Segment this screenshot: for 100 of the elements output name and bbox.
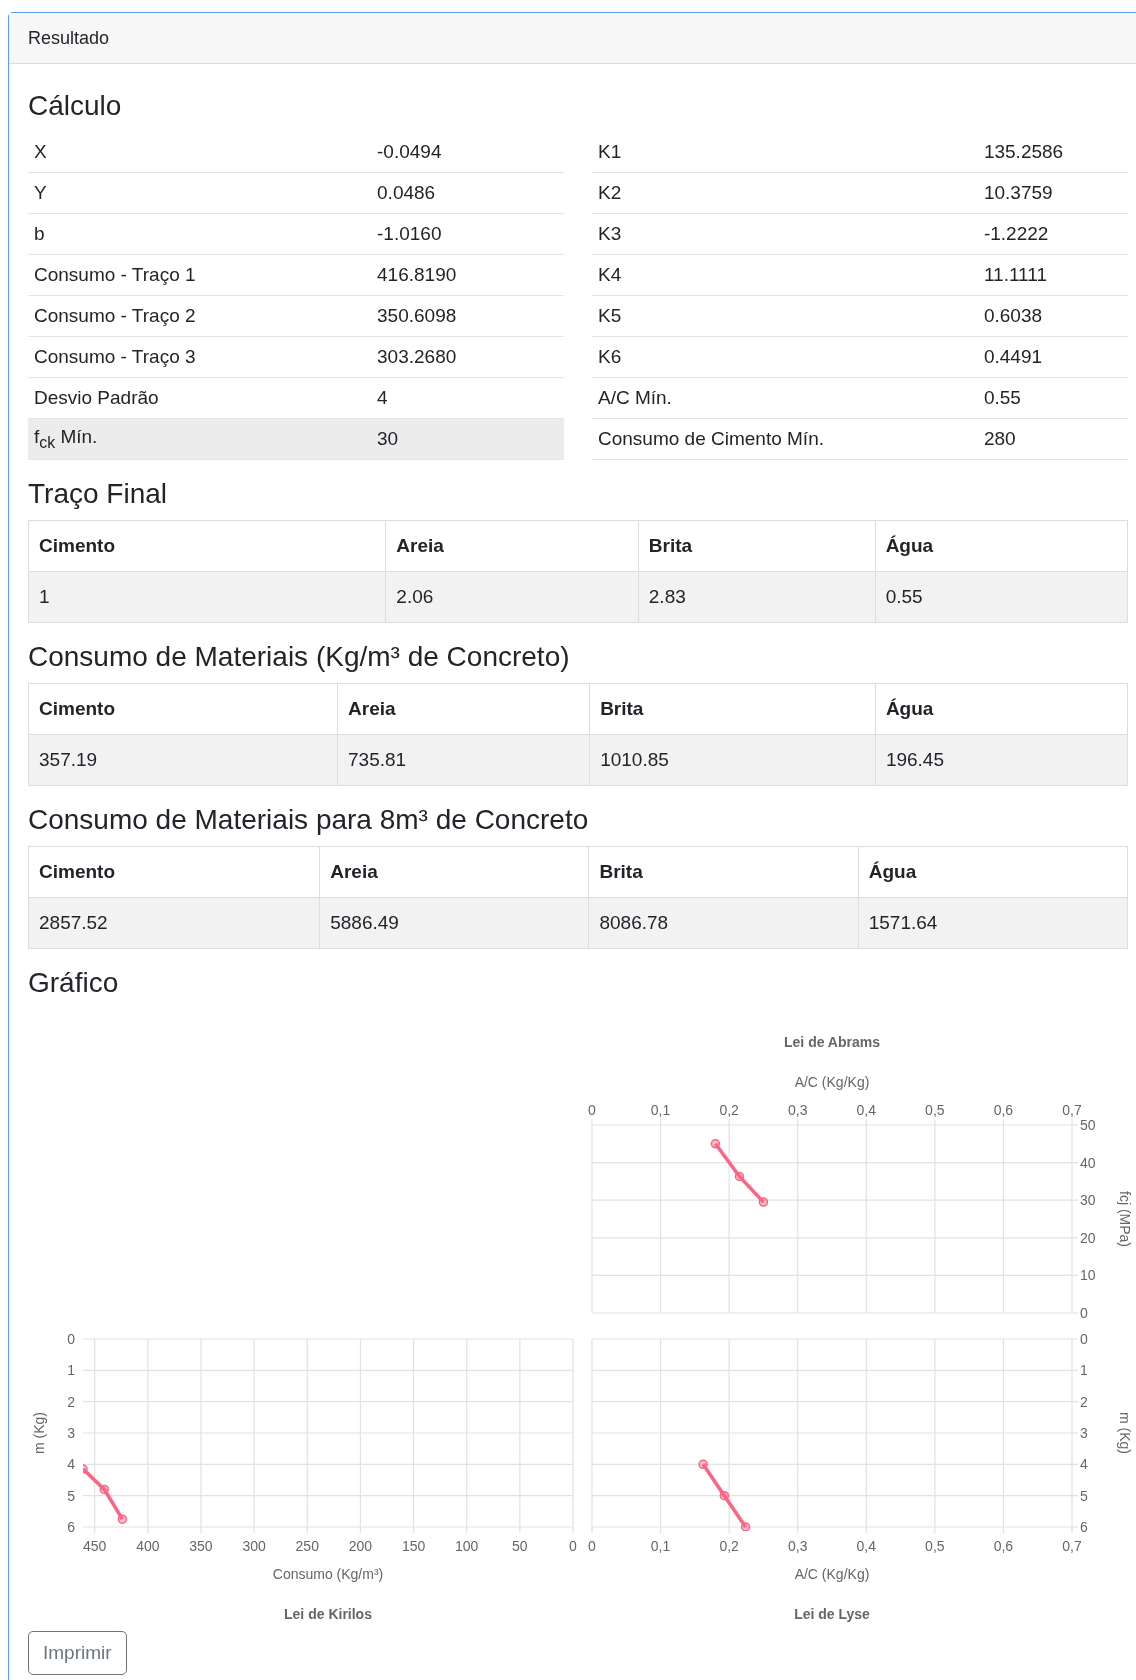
data-point (719, 1490, 730, 1501)
tick-label: 300 (242, 1538, 266, 1554)
axis-title: A/C (Kg/Kg) (794, 1074, 870, 1090)
table-cell: 5886.49 (319, 897, 589, 949)
axis-title: m (Kg) (1117, 1412, 1132, 1454)
table-header-cell: Água (875, 520, 1128, 572)
table-cell: A/C Mín. (598, 387, 672, 408)
table-cell: K5 (598, 305, 622, 326)
axis-title: Consumo (Kg/m³) (272, 1566, 384, 1582)
table-cell: 30 (377, 428, 399, 449)
table-cell: 0.0486 (377, 182, 436, 203)
tick-label: 0,7 (1062, 1538, 1082, 1554)
tick-label: 0,2 (719, 1538, 739, 1554)
table-cell: f$_{ck}$ Mín. (34, 426, 98, 448)
tick-label: 0,4 (856, 1538, 876, 1554)
table-cell: 280 (983, 428, 1016, 449)
tick-label: 2 (1080, 1393, 1088, 1410)
table-cell: 135.2586 (983, 141, 1064, 162)
tick-label: 0,3 (788, 1538, 808, 1554)
table-header-cell: Areia (337, 683, 590, 735)
table-cell: 10.3759 (983, 182, 1053, 203)
tick-label: 4 (67, 1456, 75, 1473)
section-heading: Consumo de Materiais para 8m³ de Concreto (28, 804, 590, 836)
table-header-cell: Água (858, 846, 1128, 898)
table-cell: 2.06 (385, 571, 639, 623)
table-cell: 1010.85 (589, 734, 876, 786)
tick-label: 10 (1080, 1267, 1096, 1284)
table-header-cell: Brita (638, 520, 876, 572)
tick-label: 0,6 (993, 1538, 1014, 1554)
tick-label: 50 (1080, 1117, 1096, 1133)
tick-label: 2 (67, 1393, 75, 1410)
table-cell: Consumo - Traço 2 (34, 305, 196, 326)
table-cell: Desvio Padrão (34, 387, 159, 408)
table-cell: Consumo - Traço 1 (34, 264, 196, 285)
table-cell: 4 (377, 387, 388, 408)
tick-label: 450 (83, 1538, 107, 1554)
table-cell: 11.1111 (983, 264, 1047, 285)
data-point (740, 1522, 751, 1531)
table-cell: 357.19 (28, 734, 338, 786)
tick-label: 3 (67, 1425, 75, 1441)
table-cell: 8086.78 (588, 897, 859, 949)
tick-label: 0,7 (1062, 1102, 1082, 1118)
tick-label: 400 (136, 1538, 160, 1554)
tick-label: 30 (1080, 1192, 1096, 1209)
table-cell: K2 (598, 182, 622, 203)
table-cell: 2.83 (638, 571, 876, 623)
tick-label: 0,3 (788, 1102, 808, 1118)
data-point (758, 1197, 769, 1207)
table-cell: 0.55 (875, 571, 1128, 623)
table-cell: Consumo de Cimento Mín. (598, 428, 824, 449)
table-header-cell: Brita (589, 683, 876, 735)
axis-title: m (Kg) (31, 1412, 47, 1454)
tick-label: 0,1 (650, 1538, 671, 1554)
data-point (99, 1484, 109, 1495)
section-heading: Traço Final (28, 478, 168, 510)
table-cell: K1 (598, 141, 622, 162)
tick-label: 0 (1080, 1305, 1088, 1321)
table-cell: 1 (28, 571, 386, 623)
section-heading: Gráfico (28, 967, 120, 999)
tick-label: 0 (588, 1538, 596, 1554)
axis-title: A/C (Kg/Kg) (794, 1566, 870, 1582)
table-header-cell: Areia (385, 520, 639, 572)
tick-label: 0,5 (925, 1102, 945, 1118)
table-cell: Y (34, 182, 47, 203)
tick-label: 0 (569, 1538, 577, 1554)
table-cell: 735.81 (337, 734, 590, 786)
tick-label: 0,1 (650, 1102, 671, 1118)
tick-label: 6 (67, 1519, 75, 1535)
tick-label: 0 (1080, 1331, 1088, 1347)
chart-title: Lei de Kirilos (284, 1606, 372, 1622)
tick-label: 50 (512, 1538, 528, 1554)
data-point (117, 1514, 128, 1524)
table-cell: 196.45 (875, 734, 1128, 786)
table-cell: -1.0160 (377, 223, 442, 244)
table-cell: 2857.52 (28, 897, 320, 949)
tick-label: 0,5 (925, 1538, 945, 1554)
tick-label: 0 (67, 1331, 75, 1347)
tick-label: 3 (1080, 1425, 1088, 1441)
data-point (734, 1171, 745, 1182)
tick-label: 20 (1080, 1229, 1096, 1246)
tick-label: 150 (401, 1538, 426, 1554)
tick-label: 4 (1080, 1456, 1088, 1473)
table-cell: 1571.64 (858, 897, 1128, 949)
tick-label: 1 (67, 1362, 75, 1379)
table-cell: 0.6038 (983, 305, 1043, 326)
table-cell: 0.55 (983, 387, 1021, 408)
print-button[interactable]: Imprimir (28, 1631, 127, 1675)
tick-label: 0 (588, 1102, 596, 1118)
table-header-cell: Cimento (28, 846, 320, 898)
section-heading: Cálculo (28, 90, 123, 122)
tick-label: 0,2 (719, 1102, 739, 1118)
table-cell: -1.2222 (983, 223, 1049, 244)
tick-label: 1 (1080, 1362, 1088, 1379)
tick-label: 0,4 (856, 1102, 876, 1118)
table-cell: K4 (598, 264, 622, 285)
card-header: Resultado (9, 13, 1136, 64)
tick-label: 40 (1080, 1154, 1096, 1171)
table-cell: b (34, 223, 45, 244)
table-cell: K3 (598, 223, 622, 244)
table-cell: 416.8190 (377, 264, 457, 285)
